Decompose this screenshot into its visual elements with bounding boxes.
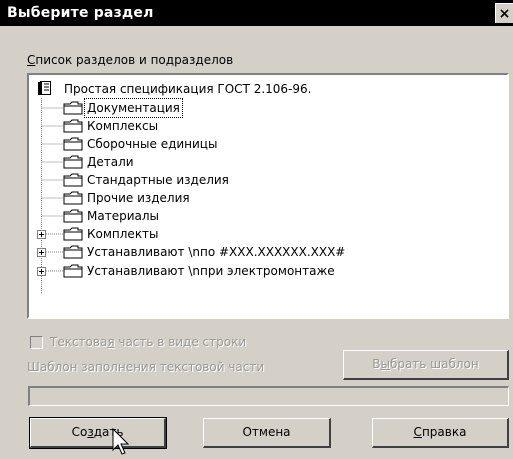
window-title: Выберите раздел <box>7 5 154 21</box>
tree-item-label: Детали <box>87 155 134 169</box>
mouse-pointer-icon <box>112 428 130 455</box>
document-book-icon <box>38 81 51 95</box>
template-field[interactable] <box>28 386 509 406</box>
tree-item-label: Устанавливают \nпри электромонтаже <box>87 264 335 278</box>
tree-item-label: Документация <box>84 98 183 118</box>
tree-item-kits[interactable]: Комплекты <box>63 225 243 243</box>
template-label: Шаблон заполнения текстовой части <box>27 360 265 374</box>
choose-template-mnemonic: ы <box>380 357 390 371</box>
folder-icon <box>63 137 83 151</box>
close-button[interactable]: × <box>495 3 513 23</box>
folder-icon <box>63 209 83 223</box>
tree-item-label: Комплекты <box>87 227 159 241</box>
tree-item-label: Комплексы <box>87 119 159 133</box>
section-tree[interactable]: Простая спецификация ГОСТ 2.106-96. Доку… <box>27 73 509 319</box>
folder-icon <box>63 245 83 259</box>
folder-icon <box>63 101 83 115</box>
tree-item-parts[interactable]: Детали <box>63 153 243 171</box>
help-label-rest: правка <box>421 425 467 439</box>
title-bar: Выберите раздел × <box>0 0 513 26</box>
checkbox-label-mnemonic: я <box>107 335 115 349</box>
checkbox-label-prefix: Текстова <box>50 335 108 349</box>
folder-icon <box>63 119 83 133</box>
tree-item-installed-electric[interactable]: Устанавливают \nпри электромонтаже <box>63 262 463 280</box>
folder-icon <box>63 155 83 169</box>
create-label-prefix: Со <box>71 425 88 439</box>
folder-icon <box>63 173 83 187</box>
tree-item-complexes[interactable]: Комплексы <box>63 117 243 135</box>
create-button[interactable]: Создать <box>29 417 167 449</box>
tree-item-standard-products[interactable]: Стандартные изделия <box>63 171 283 189</box>
tree-root-label: Простая спецификация ГОСТ 2.106-96. <box>64 82 312 96</box>
folder-icon <box>63 264 83 278</box>
section-list-label-rest: писок разделов и подразделов <box>35 53 234 67</box>
close-icon: × <box>498 6 511 22</box>
tree-item-label: Материалы <box>87 209 159 223</box>
help-label-mnemonic: С <box>413 425 422 439</box>
choose-template-button[interactable]: Выбрать шаблон <box>343 350 509 380</box>
help-button[interactable]: Справка <box>372 418 509 448</box>
checkbox-label-rest: часть в виде строки <box>114 335 247 349</box>
tree-item-documentation[interactable]: Документация <box>63 98 243 118</box>
tree-item-other-products[interactable]: Прочие изделия <box>63 189 263 207</box>
choose-template-rest: брать шаблон <box>389 357 479 371</box>
tree-item-label: Прочие изделия <box>87 191 190 205</box>
expand-plus-icon[interactable] <box>37 248 46 257</box>
section-list-label: Список разделов и подразделов <box>27 53 233 67</box>
expand-plus-icon[interactable] <box>37 267 46 276</box>
text-line-checkbox-label: Текстовая часть в виде строки <box>50 335 246 349</box>
tree-item-assembly-units[interactable]: Сборочные единицы <box>63 135 263 153</box>
tree-item-materials[interactable]: Материалы <box>63 207 243 225</box>
tree-item-label: Стандартные изделия <box>87 173 229 187</box>
expand-plus-icon[interactable] <box>37 230 46 239</box>
tree-item-label: Сборочные единицы <box>87 137 218 151</box>
cancel-button[interactable]: Отмена <box>203 418 331 448</box>
folder-icon <box>63 191 83 205</box>
tree-item-label: Устанавливают \nпо #XXX.XXXXXX.XXX# <box>87 245 346 259</box>
text-line-checkbox[interactable] <box>30 336 43 349</box>
folder-icon <box>63 227 83 241</box>
tree-item-installed-by-code[interactable]: Устанавливают \nпо #XXX.XXXXXX.XXX# <box>63 243 463 261</box>
